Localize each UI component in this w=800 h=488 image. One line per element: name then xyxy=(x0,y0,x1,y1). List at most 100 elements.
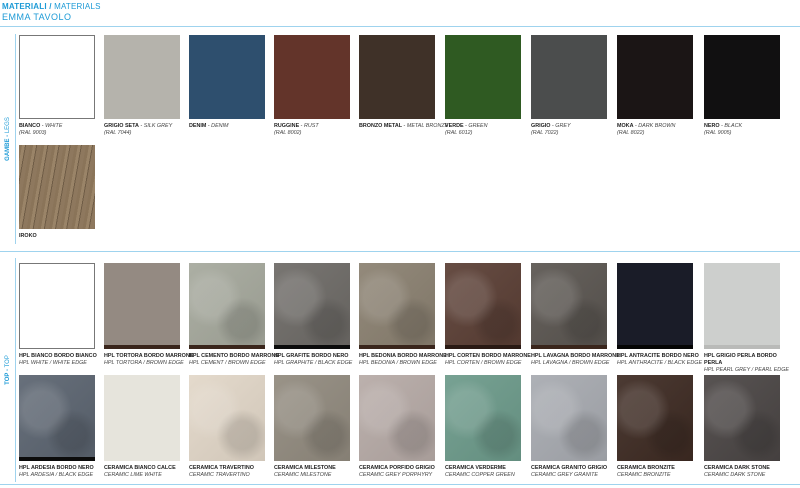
swatch-legs-8 xyxy=(704,35,780,119)
material-english: GREY xyxy=(555,123,571,129)
ral-code: (RAL 9005) xyxy=(704,130,732,136)
swatch-caption: CERAMICA DARK STONE CERAMIC DARK STONE xyxy=(704,465,796,479)
swatch-top-9 xyxy=(19,375,95,461)
swatch-legs-6 xyxy=(531,35,607,119)
footer-divider xyxy=(0,484,800,485)
material-name: HPL BEDONIA BORDO MARRONE xyxy=(359,353,447,359)
swatch-legs-7 xyxy=(617,35,693,119)
material-english: HPL BEDONIA / BROWN EDGE xyxy=(359,360,437,366)
material-english: HPL GRAPHITE / BLACK EDGE xyxy=(274,360,353,366)
swatch-caption: VERDE - GREEN (RAL 6012) xyxy=(445,123,488,136)
section-divider xyxy=(0,251,800,252)
material-english: CERAMIC COPPER GREEN xyxy=(445,472,515,478)
swatch-caption: HPL GRIGIO PERLA BORDO PERLA HPL PEARL GR… xyxy=(704,353,796,374)
swatch-caption: RUGGINE - RUST (RAL 8002) xyxy=(274,123,319,136)
header-divider xyxy=(0,26,800,27)
material-english: DENIM xyxy=(211,123,229,129)
swatch-caption: CERAMICA TRAVERTINO CERAMIC TRAVERTINO xyxy=(189,465,281,479)
swatch-caption: BIANCO - WHITE (RAL 9003) xyxy=(19,123,63,136)
swatch-caption: HPL CEMENTO BORDO MARRONE HPL CEMENT / BR… xyxy=(189,353,281,367)
material-name: HPL LAVAGNA BORDO MARRONE xyxy=(531,353,620,359)
swatch-caption: HPL GRAFITE BORDO NERO HPL GRAPHITE / BLA… xyxy=(274,353,366,367)
material-english: HPL CEMENT / BROWN EDGE xyxy=(189,360,266,366)
material-english: CERAMIC MILESTONE xyxy=(274,472,332,478)
swatch-caption: HPL CORTEN BORDO MARRONE HPL CORTEN / BRO… xyxy=(445,353,537,367)
swatch-caption: CERAMICA MILESTONE CERAMIC MILESTONE xyxy=(274,465,366,479)
swatch-caption: GRIGIO SETA - SILK GREY (RAL 7044) xyxy=(104,123,173,136)
swatch-top-6 xyxy=(531,263,607,349)
material-name: GRIGIO xyxy=(531,123,551,129)
swatch-top-11 xyxy=(189,375,265,461)
material-english: CERAMIC LIME WHITE xyxy=(104,472,162,478)
swatch-legs-9 xyxy=(19,145,95,229)
material-name: CERAMICA MILESTONE xyxy=(274,465,336,471)
material-english: HPL WHITE / WHITE EDGE xyxy=(19,360,87,366)
section-rule-top xyxy=(15,258,16,482)
page-title: MATERIALI / MATERIALS xyxy=(2,2,101,12)
edge-strip xyxy=(19,457,95,461)
page-subtitle: EMMA TAVOLO xyxy=(2,12,72,22)
swatch-caption: CERAMICA VERDERME CERAMIC COPPER GREEN xyxy=(445,465,537,479)
material-name: CERAMICA BRONZITE xyxy=(617,465,675,471)
swatch-caption: HPL TORTORA BORDO MARRONE HPL TORTORA / B… xyxy=(104,353,196,367)
material-english: METAL BRONZE xyxy=(406,123,449,129)
swatch-legs-5 xyxy=(445,35,521,119)
swatch-caption: HPL BEDONIA BORDO MARRONE HPL BEDONIA / B… xyxy=(359,353,451,367)
header: MATERIALI / MATERIALS EMMA TAVOLO xyxy=(2,2,101,22)
edge-strip xyxy=(617,345,693,349)
ral-code: (RAL 7044) xyxy=(104,130,132,136)
material-english: SILK GREY xyxy=(143,123,173,129)
swatch-caption: HPL ARDESIA BORDO NERO HPL ARDESIA / BLAC… xyxy=(19,465,111,479)
material-english: BLACK xyxy=(724,123,743,129)
material-name: IROKO xyxy=(19,233,37,239)
material-name: HPL CORTEN BORDO MARRONE xyxy=(445,353,531,359)
swatch-caption: CERAMICA GRANITO GRIGIO CERAMIC GREY GRAN… xyxy=(531,465,623,479)
material-english: HPL ANTHRACITE / BLACK EDGE xyxy=(617,360,703,366)
swatch-caption: NERO - BLACK (RAL 9005) xyxy=(704,123,743,136)
title-separator: / xyxy=(49,2,52,11)
material-name: HPL GRAFITE BORDO NERO xyxy=(274,353,349,359)
swatch-top-12 xyxy=(274,375,350,461)
swatch-top-7 xyxy=(617,263,693,349)
material-name: HPL TORTORA BORDO MARRONE xyxy=(104,353,194,359)
swatch-top-13 xyxy=(359,375,435,461)
swatch-caption: DENIM - DENIM xyxy=(189,123,229,129)
material-english: CERAMIC BRONZITE xyxy=(617,472,671,478)
material-name: HPL ARDESIA BORDO NERO xyxy=(19,465,94,471)
material-name: DENIM xyxy=(189,123,207,129)
material-name: HPL CEMENTO BORDO MARRONE xyxy=(189,353,279,359)
section-label-legs: GAMBE - LEGS xyxy=(5,117,12,161)
material-name: GRIGIO SETA xyxy=(104,123,139,129)
material-english: HPL TORTORA / BROWN EDGE xyxy=(104,360,184,366)
swatch-top-3 xyxy=(274,263,350,349)
material-english: GREEN xyxy=(468,123,488,129)
swatch-caption: HPL ANTRACITE BORDO NERO HPL ANTHRACITE /… xyxy=(617,353,709,367)
edge-strip xyxy=(20,344,94,348)
edge-strip xyxy=(189,345,265,349)
swatch-top-4 xyxy=(359,263,435,349)
swatch-caption: CERAMICA PORFIDO GRIGIO CERAMIC GREY PORP… xyxy=(359,465,451,479)
swatch-caption: IROKO xyxy=(19,233,111,240)
swatch-top-1 xyxy=(104,263,180,349)
material-name: MOKA xyxy=(617,123,634,129)
swatch-caption: HPL BIANCO BORDO BIANCO HPL WHITE / WHITE… xyxy=(19,353,111,367)
swatch-legs-1 xyxy=(104,35,180,119)
material-name: HPL ANTRACITE BORDO NERO xyxy=(617,353,699,359)
swatch-top-16 xyxy=(617,375,693,461)
material-name: NERO xyxy=(704,123,720,129)
swatch-caption: MOKA - DARK BROWN (RAL 8022) xyxy=(617,123,676,136)
material-english: HPL LAVAGNA / BROWN EDGE xyxy=(531,360,610,366)
material-english: CERAMIC DARK STONE xyxy=(704,472,766,478)
ral-code: (RAL 6012) xyxy=(445,130,473,136)
material-name: HPL GRIGIO PERLA BORDO PERLA xyxy=(704,353,777,366)
material-english: WHITE xyxy=(45,123,63,129)
edge-strip xyxy=(445,345,521,349)
swatch-top-14 xyxy=(445,375,521,461)
swatch-caption: GRIGIO - GREY (RAL 7022) xyxy=(531,123,571,136)
edge-strip xyxy=(274,345,350,349)
material-english: RUST xyxy=(303,123,319,129)
swatch-top-2 xyxy=(189,263,265,349)
material-english: HPL CORTEN / BROWN EDGE xyxy=(445,360,522,366)
swatch-top-5 xyxy=(445,263,521,349)
material-name: BRONZO METAL xyxy=(359,123,403,129)
